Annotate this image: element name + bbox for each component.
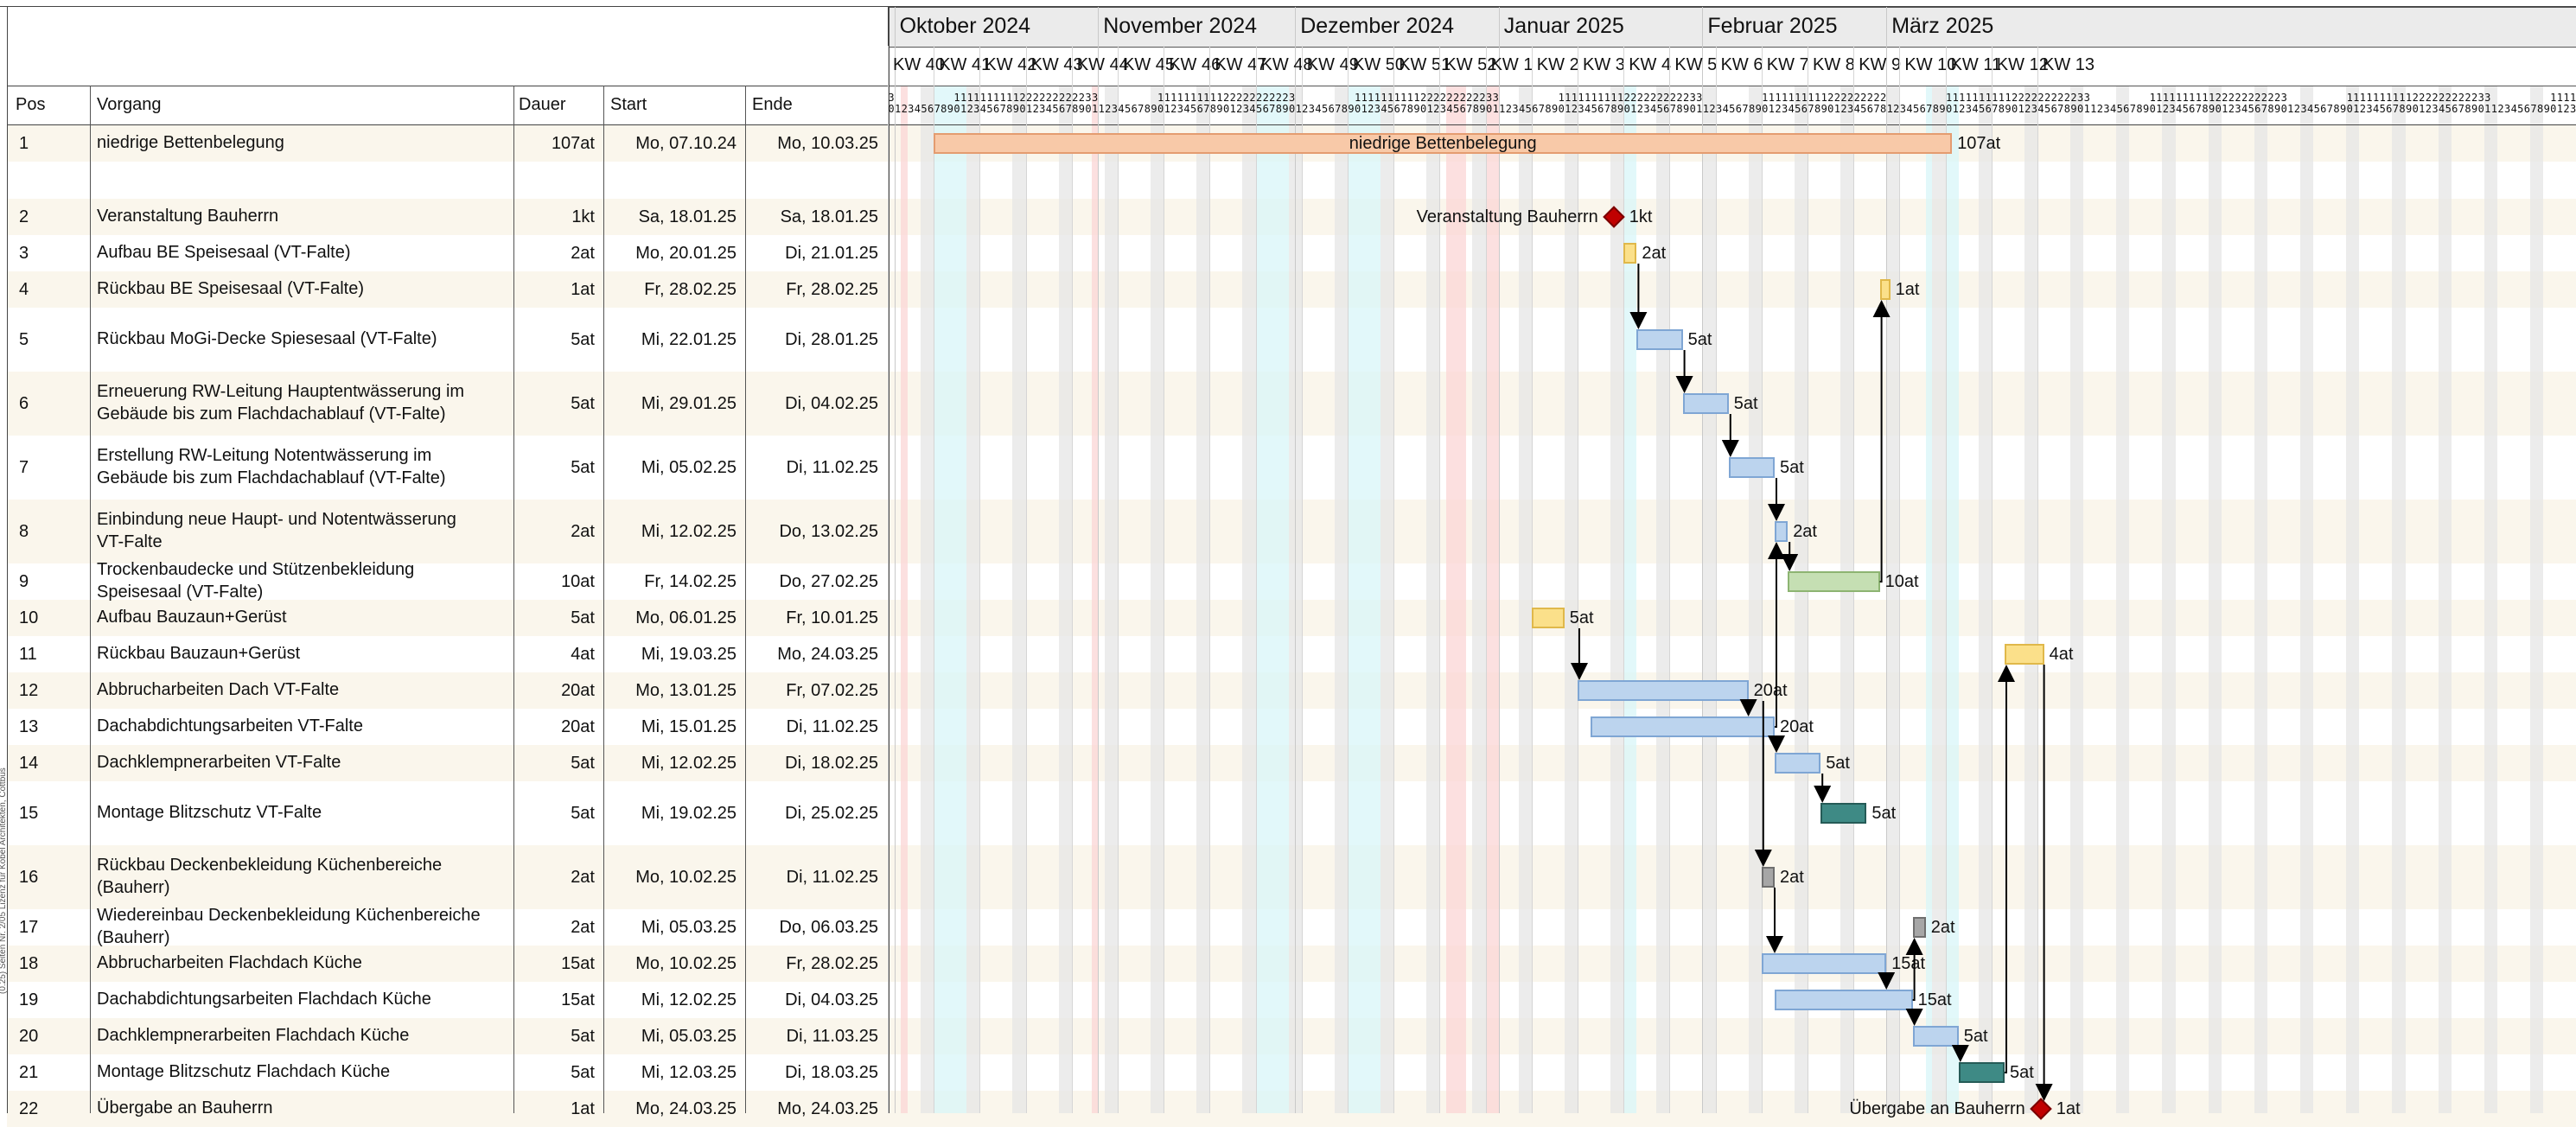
- dependency-arrows-layer: [1571, 264, 2053, 1101]
- dependency-arrow: [1998, 665, 2015, 1073]
- dependency-arrow: [1872, 300, 1891, 583]
- dependency-arrow: [1768, 542, 1785, 728]
- gantt-chart-window: (0.25) Seiten Nr. 2/05 Lizenz für Kobel …: [0, 0, 2576, 1127]
- dependency-arrow: [1905, 938, 1923, 1001]
